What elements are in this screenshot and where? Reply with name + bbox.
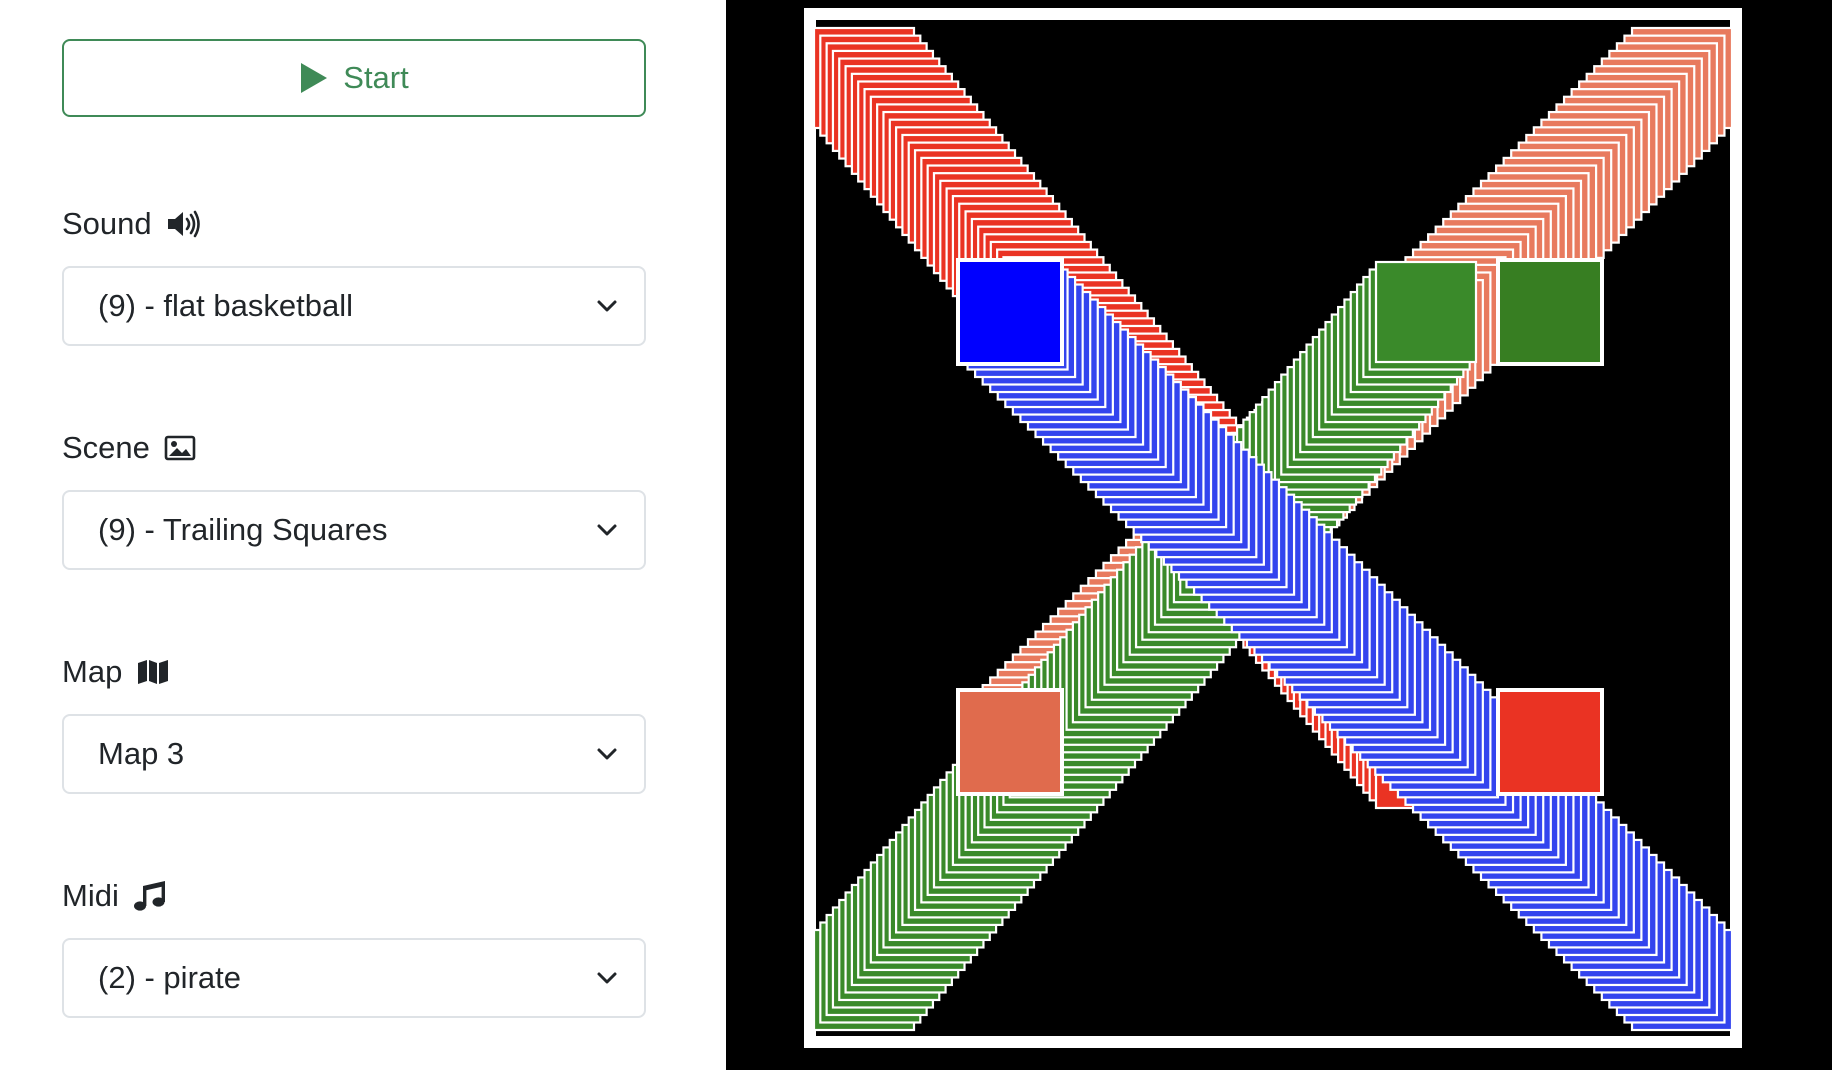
sound-select[interactable]: (9) - flat basketball <box>62 266 646 346</box>
midi-label-text: Midi <box>62 878 119 913</box>
scene-label: Scene <box>62 428 196 468</box>
scene-svg <box>804 8 1742 1048</box>
sound-select-value: (9) - flat basketball <box>98 288 353 323</box>
map-label: Map <box>62 652 170 692</box>
square-red <box>1500 692 1600 792</box>
midi-select[interactable]: (2) - pirate <box>62 938 646 1018</box>
square-green <box>1500 262 1600 362</box>
chevron-down-icon <box>597 748 617 760</box>
speaker-icon <box>167 210 200 238</box>
start-button[interactable]: Start <box>62 39 646 117</box>
square-blue <box>960 262 1060 362</box>
scene-select[interactable]: (9) - Trailing Squares <box>62 490 646 570</box>
map-select-value: Map 3 <box>98 736 185 771</box>
scene-select-value: (9) - Trailing Squares <box>98 512 388 547</box>
chevron-down-icon <box>597 300 617 312</box>
sound-label-text: Sound <box>62 206 152 241</box>
midi-select-value: (2) - pirate <box>98 960 241 995</box>
map-select[interactable]: Map 3 <box>62 714 646 794</box>
sound-label: Sound <box>62 204 202 244</box>
start-button-label: Start <box>343 60 409 95</box>
music-note-icon <box>133 881 165 911</box>
chevron-down-icon <box>597 524 617 536</box>
chevron-down-icon <box>597 972 617 984</box>
image-icon <box>164 435 196 461</box>
play-icon <box>301 63 328 93</box>
control-panel: Start Sound (9) - flat basketball Scene … <box>0 0 726 1070</box>
map-icon <box>138 660 169 684</box>
scene-label-text: Scene <box>62 430 150 465</box>
trail-square <box>1374 260 1478 364</box>
square-salmon <box>960 692 1060 792</box>
midi-label: Midi <box>62 876 167 916</box>
scene-canvas[interactable] <box>726 0 1832 1070</box>
map-label-text: Map <box>62 654 123 689</box>
